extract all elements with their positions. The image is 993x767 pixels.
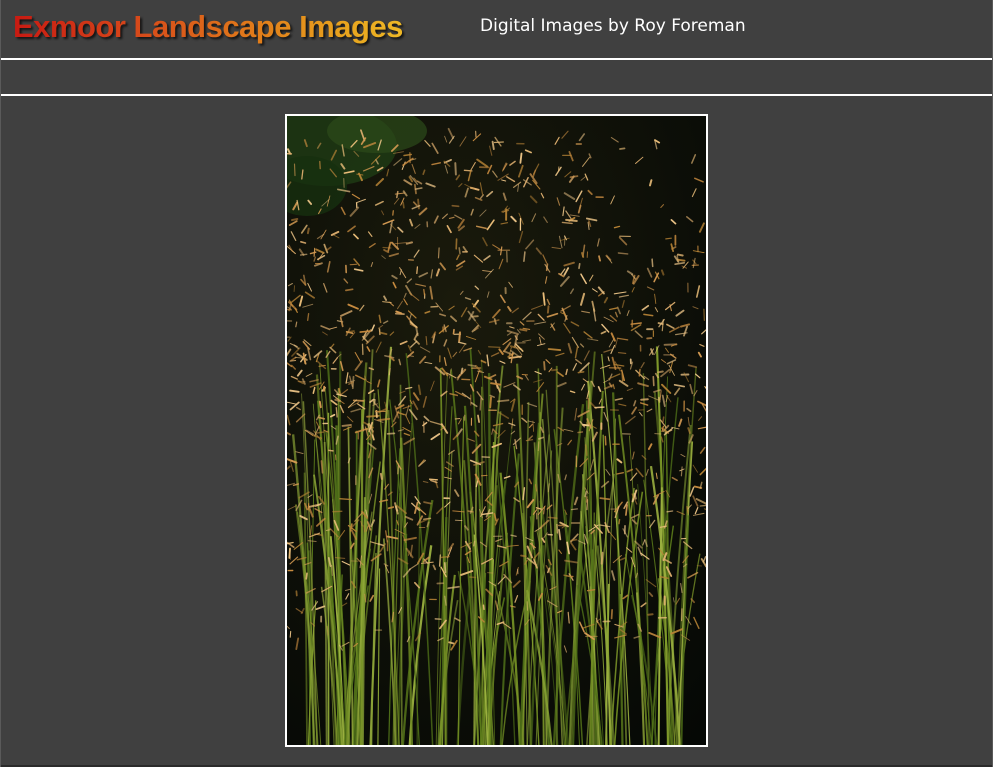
site-header: Exmoor Landscape Images Digital Images b… [1, 0, 992, 58]
nav-bar [1, 60, 992, 94]
site-title[interactable]: Exmoor Landscape Images [13, 8, 403, 46]
photo-frame [285, 114, 708, 747]
site-tagline: Digital Images by Roy Foreman [480, 16, 746, 36]
page: Exmoor Landscape Images Digital Images b… [0, 0, 993, 767]
nav-divider [1, 94, 992, 96]
grass-photo-image [287, 116, 706, 745]
